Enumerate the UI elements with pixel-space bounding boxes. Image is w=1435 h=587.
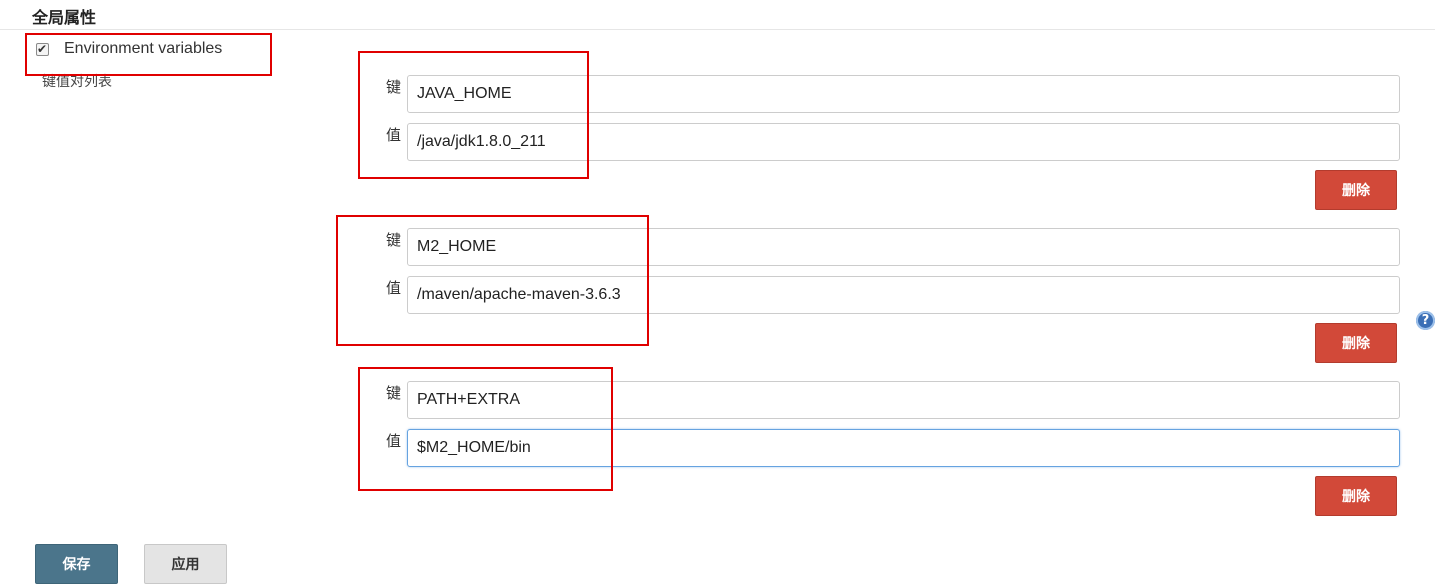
key-label: 键 — [386, 231, 402, 249]
delete-button[interactable]: 删除 — [1315, 476, 1397, 516]
key-label: 键 — [386, 384, 402, 402]
apply-button[interactable]: 应用 — [144, 544, 227, 584]
key-input[interactable] — [407, 228, 1400, 266]
value-input[interactable] — [407, 276, 1400, 314]
key-input[interactable] — [407, 381, 1400, 419]
environment-variables-checkbox[interactable]: ✔ — [36, 41, 49, 56]
environment-variables-label: Environment variables — [64, 40, 223, 57]
section-title: 全局属性 — [32, 8, 97, 27]
environment-variables-option[interactable]: ✔ Environment variables — [36, 40, 222, 58]
value-label: 值 — [386, 126, 402, 144]
key-value-list-label: 键值对列表 — [42, 74, 112, 90]
key-input[interactable] — [407, 75, 1400, 113]
section-divider — [0, 29, 1435, 30]
value-input[interactable] — [407, 429, 1400, 467]
help-icon[interactable]: ? — [1416, 311, 1435, 330]
checkmark-icon: ✔ — [37, 41, 48, 56]
value-label: 值 — [386, 279, 402, 297]
delete-button[interactable]: 删除 — [1315, 170, 1397, 210]
save-button[interactable]: 保存 — [35, 544, 118, 584]
key-label: 键 — [386, 78, 402, 96]
value-input[interactable] — [407, 123, 1400, 161]
delete-button[interactable]: 删除 — [1315, 323, 1397, 363]
global-properties-page: 全局属性 ✔ Environment variables 键值对列表 键 值 删… — [0, 0, 1435, 587]
value-label: 值 — [386, 432, 402, 450]
